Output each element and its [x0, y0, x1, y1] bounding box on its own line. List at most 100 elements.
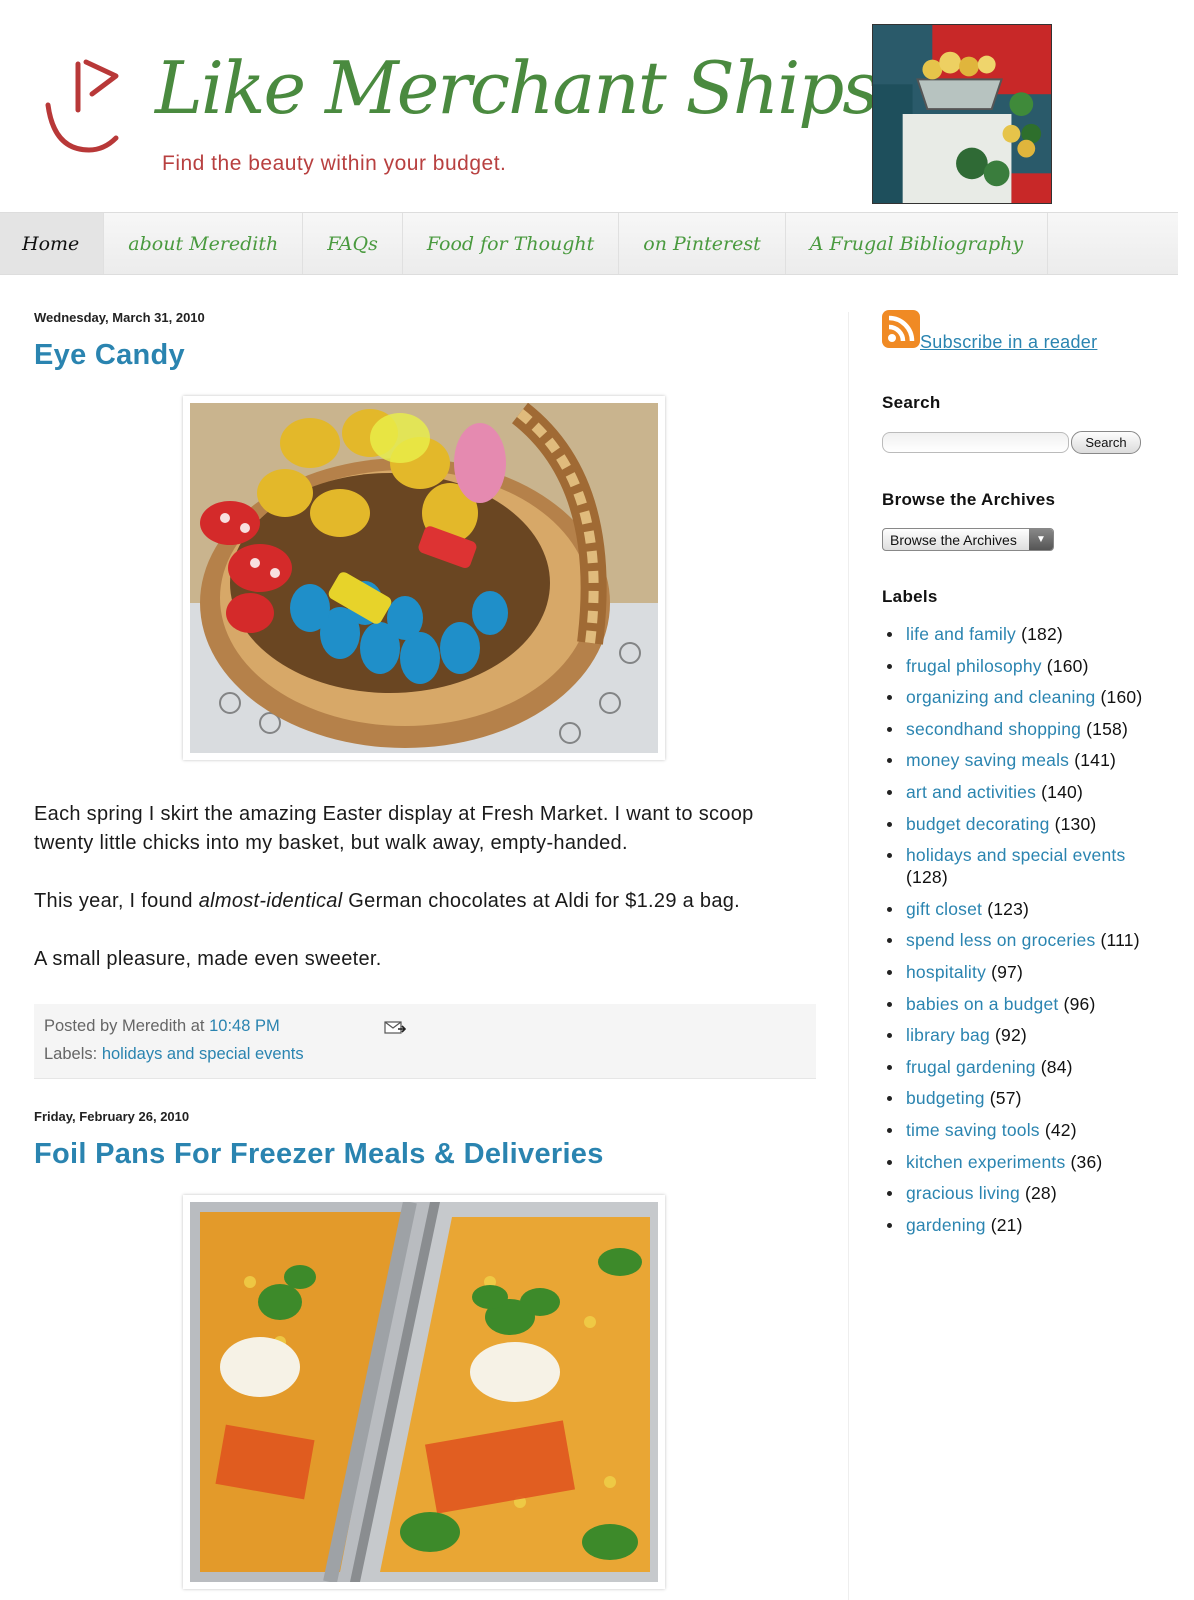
label-link[interactable]: library bag	[906, 1025, 990, 1045]
label-item: budget decorating (130)	[882, 813, 1162, 835]
label-count: (130)	[1054, 813, 1097, 834]
label-link[interactable]: holidays and special events	[906, 845, 1125, 865]
label-count: (84)	[1040, 1056, 1073, 1077]
label-link[interactable]: life and family	[906, 624, 1016, 644]
label-item: gardening (21)	[882, 1214, 1162, 1236]
post-text: German chocolates at Aldi for $1.29 a ba…	[348, 890, 741, 912]
subscribe-link[interactable]: Subscribe in a reader	[920, 332, 1097, 353]
label-item: frugal gardening (84)	[882, 1056, 1162, 1078]
post-date: Wednesday, March 31, 2010	[34, 310, 205, 325]
label-item: art and activities (140)	[882, 781, 1162, 803]
label-item: gracious living (28)	[882, 1182, 1162, 1204]
label-link[interactable]: kitchen experiments	[906, 1152, 1065, 1172]
label-count: (141)	[1074, 750, 1117, 771]
main-column: Wednesday, March 31, 2010 Eye Candy Each…	[34, 300, 816, 1589]
label-count: (42)	[1044, 1119, 1077, 1140]
post-text: This year, I found	[34, 890, 193, 912]
post-timestamp-link[interactable]: 10:48 PM	[209, 1017, 280, 1035]
label-link[interactable]: time saving tools	[906, 1120, 1040, 1140]
label-link[interactable]: babies on a budget	[906, 994, 1058, 1014]
label-count: (140)	[1041, 781, 1083, 802]
label-item: budgeting (57)	[882, 1087, 1162, 1109]
label-item: life and family (182)	[882, 623, 1162, 645]
label-item: kitchen experiments (36)	[882, 1151, 1162, 1173]
nav-tab-faqs[interactable]: FAQs	[303, 213, 403, 274]
blog-post: Friday, February 26, 2010 Foil Pans For …	[34, 1109, 814, 1589]
header-painting-image	[872, 24, 1052, 204]
nav-tab-bibliography[interactable]: A Frugal Bibliography	[786, 213, 1049, 274]
label-link[interactable]: gardening	[906, 1215, 986, 1235]
site-title[interactable]: Like Merchant Ships	[155, 46, 879, 130]
label-link[interactable]: gift closet	[906, 899, 982, 919]
post-title[interactable]: Eye Candy	[34, 339, 814, 372]
nav-tab-food-for-thought[interactable]: Food for Thought	[403, 213, 620, 274]
rss-feed-icon[interactable]	[882, 310, 920, 348]
sidebar: Subscribe in a reader Search Search Brow…	[882, 310, 1162, 1245]
freezer-meals-photo[interactable]	[190, 1202, 658, 1582]
easter-chocolates-photo[interactable]	[190, 403, 658, 753]
post-paragraph: This year, I found almost-identical Germ…	[34, 887, 814, 916]
label-link[interactable]: budgeting	[906, 1088, 985, 1108]
label-link[interactable]: spend less on groceries	[906, 930, 1095, 950]
label-item: secondhand shopping (158)	[882, 718, 1162, 740]
label-item: time saving tools (42)	[882, 1119, 1162, 1141]
label-item: money saving meals (141)	[882, 749, 1162, 771]
ship-smile-logo-icon[interactable]	[34, 50, 134, 160]
label-item: spend less on groceries (111)	[882, 929, 1162, 951]
labels-list: life and family (182) frugal philosophy …	[882, 623, 1162, 1236]
subscribe-widget: Subscribe in a reader	[882, 310, 1162, 353]
label-count: (158)	[1086, 718, 1128, 739]
label-item: gift closet (123)	[882, 898, 1162, 920]
blog-header: Like Merchant Ships Find the beauty with…	[0, 0, 1178, 212]
post-paragraph: A small pleasure, made even sweeter.	[34, 948, 382, 970]
search-input[interactable]	[882, 432, 1069, 453]
label-count: (92)	[994, 1025, 1027, 1046]
labels-prefix: Labels:	[44, 1045, 98, 1063]
archive-dropdown[interactable]: Browse the Archives ▼	[882, 528, 1054, 551]
email-post-icon[interactable]	[384, 1019, 406, 1035]
label-link[interactable]: money saving meals	[906, 750, 1069, 770]
label-link[interactable]: secondhand shopping	[906, 719, 1081, 739]
post-title[interactable]: Foil Pans For Freezer Meals & Deliveries	[34, 1138, 814, 1171]
label-link[interactable]: frugal philosophy	[906, 656, 1042, 676]
post-date: Friday, February 26, 2010	[34, 1109, 190, 1124]
label-count: (28)	[1024, 1183, 1057, 1204]
search-button[interactable]: Search	[1071, 431, 1141, 454]
label-count: (57)	[989, 1088, 1022, 1109]
label-count: (21)	[990, 1214, 1023, 1235]
site-tagline: Find the beauty within your budget.	[162, 152, 507, 175]
label-link[interactable]: gracious living	[906, 1183, 1020, 1203]
blog-post: Wednesday, March 31, 2010 Eye Candy Each…	[34, 310, 816, 1079]
label-item: frugal philosophy (160)	[882, 655, 1162, 677]
label-link[interactable]: art and activities	[906, 782, 1036, 802]
posted-by-text: Posted by Meredith at	[44, 1017, 205, 1035]
post-body: Each spring I skirt the amazing Easter d…	[34, 800, 814, 974]
label-count: (160)	[1046, 655, 1089, 676]
nav-tab-about[interactable]: about Meredith	[104, 213, 304, 274]
label-count: (182)	[1021, 624, 1063, 644]
label-count: (96)	[1063, 993, 1096, 1014]
label-link[interactable]: hospitality	[906, 962, 986, 982]
post-label-link[interactable]: holidays and special events	[102, 1045, 304, 1063]
search-widget-title: Search	[882, 393, 941, 412]
label-link[interactable]: frugal gardening	[906, 1057, 1036, 1077]
label-count: (111)	[1100, 930, 1140, 951]
label-link[interactable]: budget decorating	[906, 814, 1050, 834]
post-paragraph: Each spring I skirt the amazing Easter d…	[34, 803, 754, 854]
column-divider	[848, 312, 849, 1600]
label-link[interactable]: organizing and cleaning	[906, 687, 1095, 707]
label-item: holidays and special events (128)	[882, 844, 1162, 888]
label-item: organizing and cleaning (160)	[882, 686, 1162, 708]
post-footer: Posted by Meredith at 10:48 PM Labels: h…	[34, 1004, 816, 1079]
post-meta: Posted by Meredith at 10:48 PM	[44, 1012, 806, 1040]
archive-widget-title: Browse the Archives	[882, 490, 1056, 509]
nav-tab-home[interactable]: Home	[0, 213, 105, 274]
post-emphasis: almost-identical	[198, 890, 343, 912]
label-count: (97)	[991, 961, 1024, 982]
label-item: hospitality (97)	[882, 961, 1162, 983]
chevron-down-icon: ▼	[1029, 529, 1053, 550]
label-count: (36)	[1070, 1151, 1103, 1172]
archive-dropdown-value: Browse the Archives	[890, 531, 1017, 548]
label-item: library bag (92)	[882, 1024, 1162, 1046]
nav-tab-pinterest[interactable]: on Pinterest	[619, 213, 786, 274]
